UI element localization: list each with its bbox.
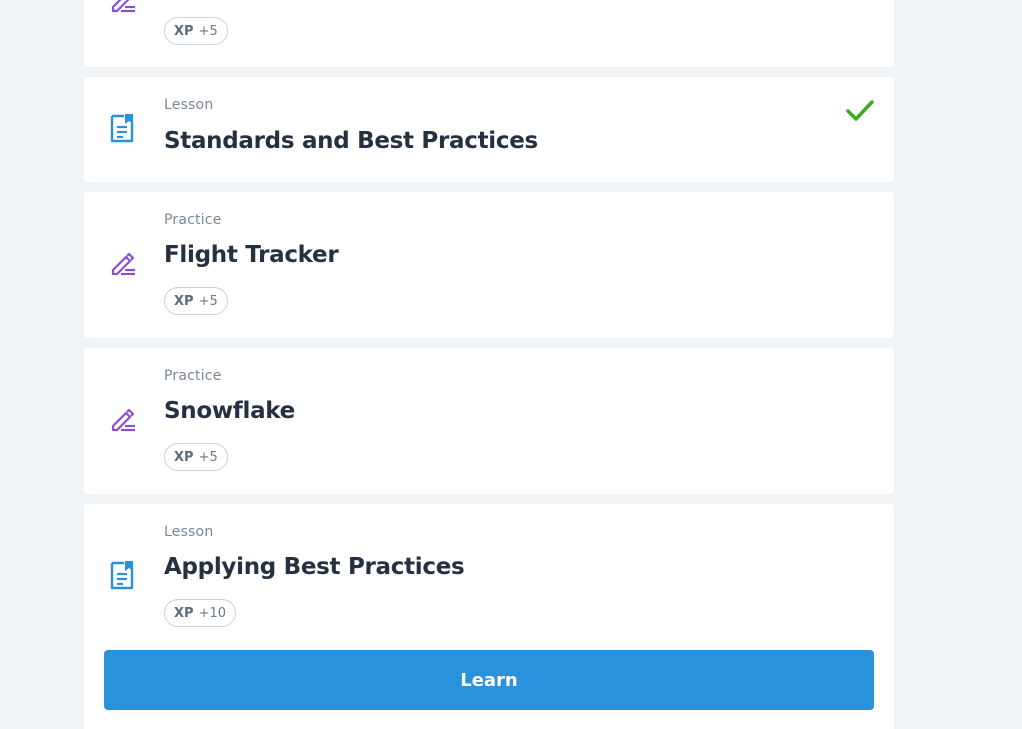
practice-card[interactable]: XP +5 xyxy=(84,0,894,67)
card-title[interactable]: Standards and Best Practices xyxy=(164,128,538,154)
xp-badge: XP +5 xyxy=(164,287,228,315)
xp-label: XP xyxy=(174,293,194,309)
learn-button[interactable]: Learn xyxy=(104,650,874,710)
card-type-label: Practice xyxy=(164,212,222,228)
lesson-document-icon xyxy=(108,113,138,143)
xp-value: +5 xyxy=(198,293,218,309)
lesson-document-icon xyxy=(108,560,138,590)
pencil-icon xyxy=(108,404,138,434)
xp-value: +5 xyxy=(198,449,218,465)
xp-badge: XP +5 xyxy=(164,17,228,45)
pencil-icon xyxy=(108,248,138,278)
xp-label: XP xyxy=(174,23,194,39)
card-type-label: Practice xyxy=(164,368,222,384)
xp-badge: XP +10 xyxy=(164,599,236,627)
card-title[interactable]: Snowflake xyxy=(164,398,295,424)
practice-card[interactable]: Practice Snowflake XP +5 xyxy=(84,348,894,494)
pencil-icon xyxy=(108,0,138,15)
card-title[interactable]: Flight Tracker xyxy=(164,242,339,268)
card-title[interactable]: Applying Best Practices xyxy=(164,554,465,580)
practice-card[interactable]: Practice Flight Tracker XP +5 xyxy=(84,192,894,338)
xp-label: XP xyxy=(174,449,194,465)
xp-value: +5 xyxy=(198,23,218,39)
lesson-card[interactable]: Lesson Standards and Best Practices xyxy=(84,77,894,182)
xp-badge: XP +5 xyxy=(164,443,228,471)
card-type-label: Lesson xyxy=(164,524,214,540)
lesson-card[interactable]: Lesson Applying Best Practices XP +10 Le… xyxy=(84,504,894,729)
checkmark-icon xyxy=(846,99,874,123)
card-type-label: Lesson xyxy=(164,97,214,113)
xp-value: +10 xyxy=(198,605,226,621)
lesson-list: XP +5 Lesson Standards and Best Practice… xyxy=(0,0,1022,729)
xp-label: XP xyxy=(174,605,194,621)
